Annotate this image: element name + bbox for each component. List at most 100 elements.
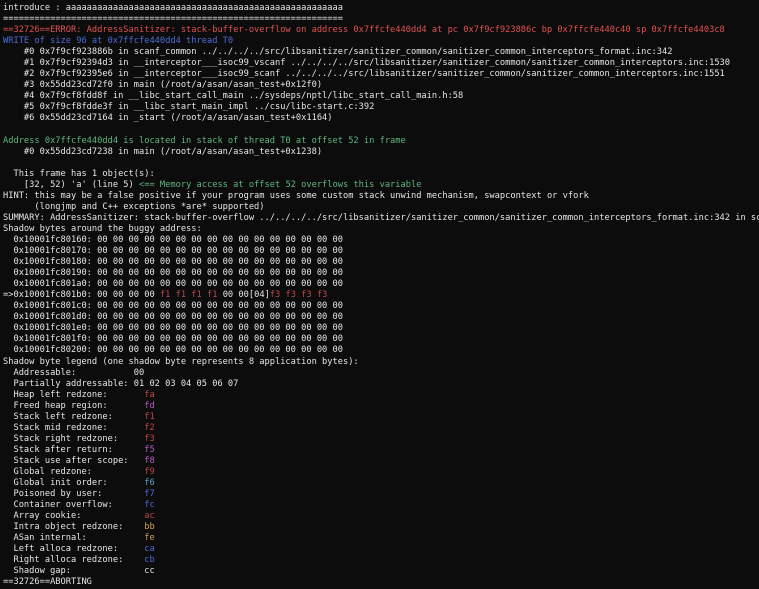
terminal-line: [32, 52) 'a' (line 5) <== Memory access … xyxy=(3,180,759,191)
terminal-text: 0x10001fc80170: 00 00 00 00 00 00 00 00 … xyxy=(3,246,343,257)
terminal-text: ==32726==ERROR: AddressSanitizer: stack-… xyxy=(3,25,725,36)
terminal-line: (longjmp and C++ exceptions *are* suppor… xyxy=(3,202,759,213)
terminal-line: #4 0x7f9cf8fdd8f in __libc_start_call_ma… xyxy=(3,91,759,102)
terminal-text: Shadow bytes around the buggy address: xyxy=(3,223,202,234)
terminal-text: fa xyxy=(144,389,155,400)
terminal-text: ==32726==ABORTING xyxy=(3,577,92,588)
terminal-line: #2 0x7f9cf92395e6 in __interceptor___iso… xyxy=(3,69,759,80)
terminal-line: 0x10001fc80160: 00 00 00 00 00 00 00 00 … xyxy=(3,235,759,246)
terminal-text: #5 0x7f9cf8fdde3f in __libc_start_main_i… xyxy=(3,102,375,113)
terminal-line: Container overflow: fc xyxy=(3,500,759,511)
terminal-text: <== Memory access at offset 52 overflows… xyxy=(139,179,422,190)
terminal-line: ASan internal: fe xyxy=(3,533,759,544)
terminal-line: Stack mid redzone: f2 xyxy=(3,423,759,434)
terminal-text: 0x10001fc801e0: 00 00 00 00 00 00 00 00 … xyxy=(3,323,343,334)
terminal-text: Stack right redzone: xyxy=(3,433,145,444)
terminal-line: Address 0x7ffcfe440dd4 is located in sta… xyxy=(3,136,759,147)
terminal-line: Stack right redzone: f3 xyxy=(3,434,759,445)
terminal-line: #1 0x7f9cf92394d3 in __interceptor___iso… xyxy=(3,58,759,69)
terminal-text: WRITE of size 96 at 0x7ffcfe440dd4 threa… xyxy=(3,36,234,47)
terminal-text: [32, 52) 'a' (line 5) xyxy=(3,179,139,190)
terminal-text: Intra object redzone: xyxy=(3,522,145,533)
terminal-text: #0 0x7f9cf923886b in scanf_common ../../… xyxy=(3,47,673,58)
terminal-text: Shadow byte legend (one shadow byte repr… xyxy=(3,356,359,367)
terminal-text: Right alloca redzone: xyxy=(3,555,145,566)
terminal-text: Stack after return: xyxy=(3,444,145,455)
terminal-text: fe xyxy=(144,533,155,544)
terminal-line: 0x10001fc80200: 00 00 00 00 00 00 00 00 … xyxy=(3,345,759,356)
terminal-text: #1 0x7f9cf92394d3 in __interceptor___iso… xyxy=(3,58,731,69)
terminal-line: Array cookie: ac xyxy=(3,511,759,522)
terminal-line: SUMMARY: AddressSanitizer: stack-buffer-… xyxy=(3,213,759,224)
terminal-text: bb xyxy=(144,522,155,533)
terminal-text: Freed heap region: xyxy=(3,400,145,411)
terminal-text: 0x10001fc80160: 00 00 00 00 00 00 00 00 … xyxy=(3,234,343,245)
terminal-text: f6 xyxy=(144,478,155,489)
terminal-text: Array cookie: xyxy=(3,511,145,522)
terminal-line: 0x10001fc801d0: 00 00 00 00 00 00 00 00 … xyxy=(3,312,759,323)
terminal-text: (longjmp and C++ exceptions *are* suppor… xyxy=(3,201,265,212)
terminal-line: Intra object redzone: bb xyxy=(3,522,759,533)
terminal-text: f2 xyxy=(144,422,155,433)
terminal-text: ac xyxy=(144,511,155,522)
terminal-line: Shadow gap: cc xyxy=(3,566,759,577)
terminal-line: Stack use after scope: f8 xyxy=(3,456,759,467)
terminal-text: 0x10001fc80190: 00 00 00 00 00 00 00 00 … xyxy=(3,268,343,279)
terminal-output[interactable]: introduce : aaaaaaaaaaaaaaaaaaaaaaaaaaaa… xyxy=(0,0,759,589)
terminal-line: 0x10001fc80170: 00 00 00 00 00 00 00 00 … xyxy=(3,246,759,257)
terminal-line: Stack after return: f5 xyxy=(3,445,759,456)
terminal-line: Shadow bytes around the buggy address: xyxy=(3,224,759,235)
terminal-text: Poisoned by user: xyxy=(3,489,145,500)
terminal-text: Stack use after scope: xyxy=(3,455,145,466)
terminal-text: Stack left redzone: xyxy=(3,411,145,422)
terminal-line: Poisoned by user: f7 xyxy=(3,489,759,500)
terminal-line: #3 0x55dd23cd72f0 in main (/root/a/asan/… xyxy=(3,80,759,91)
terminal-line: #6 0x55dd23cd7164 in _start (/root/a/asa… xyxy=(3,113,759,124)
terminal-text: Global redzone: xyxy=(3,466,145,477)
terminal-line: Global init order: f6 xyxy=(3,478,759,489)
terminal-text: f3 f3 f3 f3 xyxy=(269,290,328,301)
terminal-line: ========================================… xyxy=(3,14,759,25)
terminal-text: fc xyxy=(144,500,155,511)
terminal-line: 0x10001fc80190: 00 00 00 00 00 00 00 00 … xyxy=(3,268,759,279)
terminal-text: Container overflow: xyxy=(3,500,145,511)
terminal-line: Global redzone: f9 xyxy=(3,467,759,478)
terminal-text: f1 xyxy=(144,411,155,422)
terminal-line: =>0x10001fc801b0: 00 00 00 00 f1 f1 f1 f… xyxy=(3,290,759,301)
terminal-text: Partially addressable: 01 02 03 04 05 06… xyxy=(3,378,239,389)
terminal-line: 0x10001fc80180: 00 00 00 00 00 00 00 00 … xyxy=(3,257,759,268)
terminal-line: Shadow byte legend (one shadow byte repr… xyxy=(3,357,759,368)
terminal-text: Address 0x7ffcfe440dd4 is located in sta… xyxy=(3,135,406,146)
terminal-line: WRITE of size 96 at 0x7ffcfe440dd4 threa… xyxy=(3,36,759,47)
terminal-text: 0x10001fc801d0: 00 00 00 00 00 00 00 00 … xyxy=(3,312,343,323)
terminal-text: f1 f1 f1 f1 xyxy=(159,290,218,301)
terminal-line: #0 0x55dd23cd7238 in main (/root/a/asan/… xyxy=(3,147,759,158)
terminal-text: #6 0x55dd23cd7164 in _start (/root/a/asa… xyxy=(3,113,333,124)
terminal-line: This frame has 1 object(s): xyxy=(3,169,759,180)
terminal-text: f7 xyxy=(144,489,155,500)
terminal-line: Freed heap region: fd xyxy=(3,401,759,412)
terminal-text: HINT: this may be a false positive if yo… xyxy=(3,190,589,201)
terminal-line: 0x10001fc801c0: 00 00 00 00 00 00 00 00 … xyxy=(3,301,759,312)
terminal-text: #0 0x55dd23cd7238 in main (/root/a/asan/… xyxy=(3,146,323,157)
terminal-text: SUMMARY: AddressSanitizer: stack-buffer-… xyxy=(3,212,759,223)
terminal-text: 0x10001fc801f0: 00 00 00 00 00 00 00 00 … xyxy=(3,334,343,345)
terminal-line: 0x10001fc801f0: 00 00 00 00 00 00 00 00 … xyxy=(3,334,759,345)
terminal-text: f3 xyxy=(144,433,155,444)
terminal-line: 0x10001fc801a0: 00 00 00 00 00 00 00 00 … xyxy=(3,279,759,290)
terminal-text: 0x10001fc801c0: 00 00 00 00 00 00 00 00 … xyxy=(3,301,343,312)
terminal-text: Addressable: 00 xyxy=(3,367,145,378)
terminal-text: 04 xyxy=(254,290,265,301)
terminal-text: 00 00[ xyxy=(217,290,255,301)
terminal-text: f5 xyxy=(144,444,155,455)
terminal-text: Heap left redzone: xyxy=(3,389,145,400)
terminal-text: introduce : aaaaaaaaaaaaaaaaaaaaaaaaaaaa… xyxy=(3,3,343,13)
terminal-text: #4 0x7f9cf8fdd8f in __libc_start_call_ma… xyxy=(3,91,464,102)
terminal-text: Global init order: xyxy=(3,478,145,489)
terminal-line: Stack left redzone: f1 xyxy=(3,412,759,423)
terminal-text: #3 0x55dd23cd72f0 in main (/root/a/asan/… xyxy=(3,80,323,91)
terminal-text: fd xyxy=(144,400,155,411)
terminal-line: ==32726==ERROR: AddressSanitizer: stack-… xyxy=(3,25,759,36)
